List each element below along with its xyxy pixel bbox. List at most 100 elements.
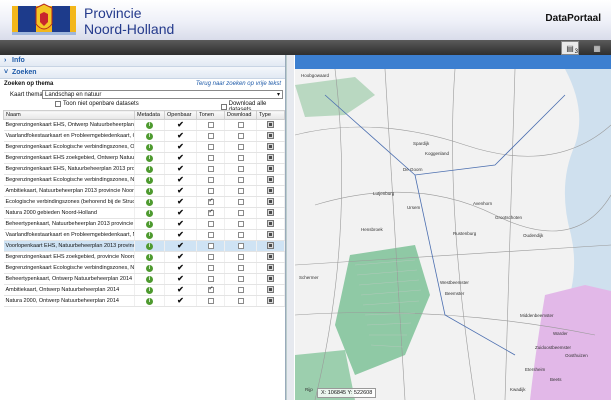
- download-cell[interactable]: [224, 240, 257, 252]
- show-unpublic-checkbox[interactable]: [55, 101, 61, 107]
- download-checkbox[interactable]: [237, 286, 244, 293]
- tonen-cell[interactable]: [196, 295, 225, 307]
- tonen-cell[interactable]: [196, 130, 225, 142]
- show-layer-checkbox[interactable]: [207, 176, 214, 183]
- info-icon[interactable]: i: [146, 264, 153, 272]
- info-icon[interactable]: i: [146, 297, 153, 305]
- metadata-cell[interactable]: i: [134, 152, 165, 164]
- show-layer-checkbox[interactable]: [207, 121, 214, 128]
- metadata-cell[interactable]: i: [134, 174, 165, 186]
- info-icon[interactable]: i: [146, 231, 153, 239]
- info-icon[interactable]: i: [146, 132, 153, 140]
- layer-row[interactable]: Vaarlandfokestaarkaart en Probleemgebied…: [3, 229, 285, 241]
- download-checkbox[interactable]: [237, 264, 244, 271]
- table-view-button[interactable]: ▦: [588, 41, 606, 55]
- panel-splitter[interactable]: [286, 55, 294, 400]
- download-checkbox[interactable]: [237, 121, 244, 128]
- info-icon[interactable]: i: [146, 176, 153, 184]
- download-checkbox[interactable]: [237, 253, 244, 260]
- info-icon[interactable]: i: [146, 275, 153, 283]
- download-cell[interactable]: [224, 229, 257, 241]
- free-text-search-link[interactable]: Terug naar zoeken op vrije tekst: [196, 81, 281, 87]
- layer-row[interactable]: Vaarlandfokestaarkaart en Probleemgebied…: [3, 130, 285, 142]
- show-layer-checkbox[interactable]: [207, 264, 214, 271]
- layer-row[interactable]: Voorlopenkaart EHS, Natuurbeheerplan 201…: [3, 240, 285, 252]
- metadata-cell[interactable]: i: [134, 207, 165, 219]
- download-cell[interactable]: [224, 284, 257, 296]
- download-checkbox[interactable]: [237, 220, 244, 227]
- show-layer-checkbox[interactable]: [207, 143, 214, 150]
- col-download[interactable]: Download: [224, 110, 257, 120]
- metadata-cell[interactable]: i: [134, 196, 165, 208]
- metadata-cell[interactable]: i: [134, 240, 165, 252]
- download-cell[interactable]: [224, 174, 257, 186]
- tonen-cell[interactable]: [196, 174, 225, 186]
- download-checkbox[interactable]: [237, 154, 244, 161]
- tonen-cell[interactable]: [196, 119, 225, 131]
- download-cell[interactable]: [224, 295, 257, 307]
- tonen-cell[interactable]: [196, 273, 225, 285]
- download-checkbox[interactable]: [237, 209, 244, 216]
- tonen-cell[interactable]: [196, 262, 225, 274]
- layer-row[interactable]: Begrenzingenkaart EHS, Ontwerp Natuurbeh…: [3, 119, 285, 131]
- download-cell[interactable]: [224, 141, 257, 153]
- tonen-cell[interactable]: [196, 251, 225, 263]
- tonen-cell[interactable]: [196, 141, 225, 153]
- info-icon[interactable]: i: [146, 121, 153, 129]
- metadata-cell[interactable]: i: [134, 163, 165, 175]
- metadata-cell[interactable]: i: [134, 119, 165, 131]
- download-checkbox[interactable]: [237, 176, 244, 183]
- download-checkbox[interactable]: [237, 242, 244, 249]
- download-cell[interactable]: [224, 130, 257, 142]
- layer-row[interactable]: Begrenzingenkaart Ecologische verbinding…: [3, 262, 285, 274]
- show-layer-checkbox[interactable]: [207, 197, 214, 205]
- metadata-cell[interactable]: i: [134, 295, 165, 307]
- col-tonen[interactable]: Tonen: [196, 110, 225, 120]
- col-type[interactable]: Type: [256, 110, 285, 120]
- show-layer-checkbox[interactable]: [207, 275, 214, 282]
- layer-row[interactable]: Begrenzingenkaart Ecologische verbinding…: [3, 174, 285, 186]
- col-metadata[interactable]: Metadata: [134, 110, 165, 120]
- layer-row[interactable]: Beheertypenkaart, Natuurbeheerplan 2013 …: [3, 218, 285, 230]
- tonen-cell[interactable]: [196, 185, 225, 197]
- show-layer-checkbox[interactable]: [207, 132, 214, 139]
- show-layer-checkbox[interactable]: [207, 154, 214, 161]
- col-naam[interactable]: Naam: [3, 110, 135, 120]
- info-icon[interactable]: i: [146, 209, 153, 217]
- show-layer-checkbox[interactable]: [207, 208, 214, 216]
- layer-row[interactable]: Begrenzingenkaart Ecologische verbinding…: [3, 141, 285, 153]
- download-checkbox[interactable]: [237, 198, 244, 205]
- tonen-cell[interactable]: [196, 207, 225, 219]
- tonen-cell[interactable]: [196, 196, 225, 208]
- tonen-cell[interactable]: [196, 152, 225, 164]
- download-cell[interactable]: [224, 218, 257, 230]
- layer-row[interactable]: Ecologische verbindingszones (behorend b…: [3, 196, 285, 208]
- metadata-cell[interactable]: i: [134, 229, 165, 241]
- download-cell[interactable]: [224, 163, 257, 175]
- show-layer-checkbox[interactable]: [207, 285, 214, 293]
- info-icon[interactable]: i: [146, 242, 153, 250]
- info-icon[interactable]: i: [146, 165, 153, 173]
- info-icon[interactable]: i: [146, 220, 153, 228]
- layers-button[interactable]: ▤ 3: [561, 41, 579, 55]
- layer-row[interactable]: Begrenzingenkaart EHS zoekgebied, Ontwer…: [3, 152, 285, 164]
- layer-row[interactable]: Begrenzingenkaart EHS, Natuurbeheerplan …: [3, 163, 285, 175]
- layer-row[interactable]: Natura 2000, Ontwerp Natuurbeheerplan 20…: [3, 295, 285, 307]
- download-checkbox[interactable]: [237, 231, 244, 238]
- theme-select[interactable]: Landschap en natuur ▾: [42, 90, 283, 99]
- show-layer-checkbox[interactable]: [207, 242, 214, 249]
- show-layer-checkbox[interactable]: [207, 253, 214, 260]
- show-layer-checkbox[interactable]: [207, 220, 214, 227]
- layer-row[interactable]: Beheertypenkaart, Ontwerp Natuurbeheerpl…: [3, 273, 285, 285]
- tonen-cell[interactable]: [196, 163, 225, 175]
- info-icon[interactable]: i: [146, 286, 153, 294]
- metadata-cell[interactable]: i: [134, 218, 165, 230]
- metadata-cell[interactable]: i: [134, 284, 165, 296]
- show-layer-checkbox[interactable]: [207, 187, 214, 194]
- info-icon[interactable]: i: [146, 154, 153, 162]
- metadata-cell[interactable]: i: [134, 130, 165, 142]
- layer-row[interactable]: Ambitiekaart, Natuurbeheerplan 2013 prov…: [3, 185, 285, 197]
- metadata-cell[interactable]: i: [134, 273, 165, 285]
- download-cell[interactable]: [224, 119, 257, 131]
- info-icon[interactable]: i: [146, 143, 153, 151]
